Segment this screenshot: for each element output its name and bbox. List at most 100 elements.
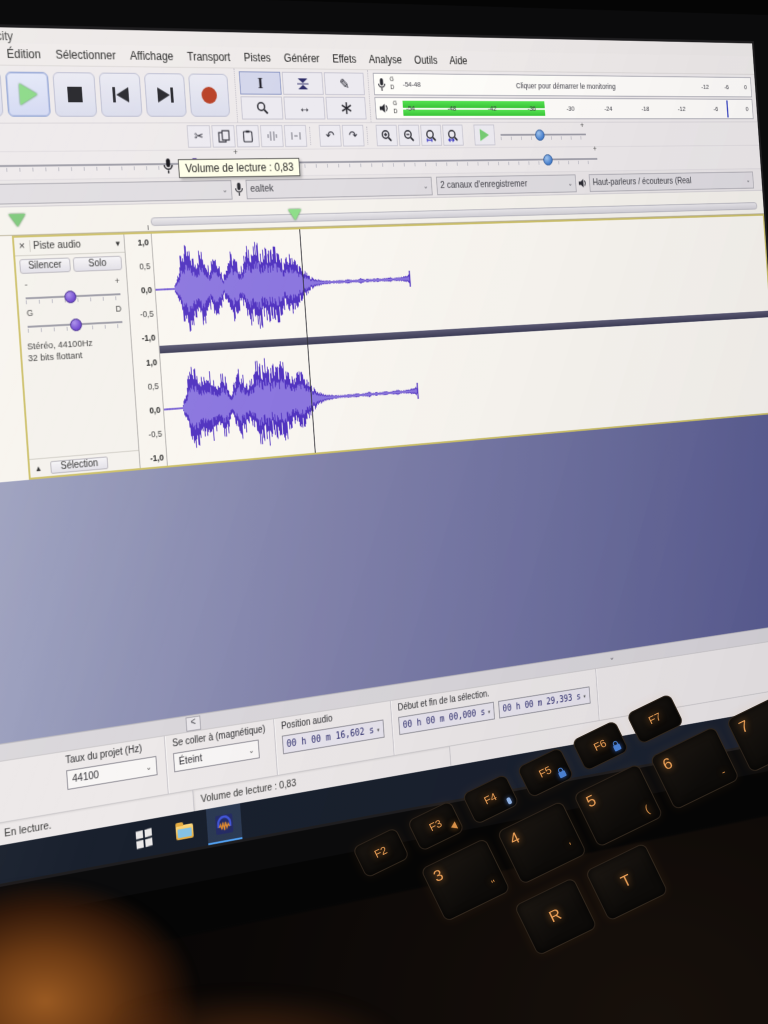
- tools-toolbar: I ✎ ↔: [234, 68, 371, 122]
- playback-meter[interactable]: GD -54-48-42-36-30-24-18-12-60: [374, 97, 753, 119]
- redo-button[interactable]: ↷: [342, 125, 365, 147]
- record-meter-body: -54-48 Cliquer pour démarrer le monitori…: [398, 74, 752, 97]
- pan-slider[interactable]: [27, 315, 123, 333]
- chevron-down-icon: ⌄: [145, 762, 152, 772]
- file-explorer-button[interactable]: [166, 810, 203, 853]
- draw-tool-button[interactable]: ✎: [324, 72, 365, 95]
- play-button[interactable]: [5, 72, 51, 117]
- field-caret-icon[interactable]: ▾: [583, 692, 587, 700]
- scrollbar-chevron-icon[interactable]: ⌄: [609, 652, 615, 662]
- monitoring-message: Cliquer pour démarrer le monitoring: [420, 80, 701, 91]
- meter-toolbars: GD -54-48 Cliquer pour démarrer le monit…: [368, 70, 758, 122]
- menu-item[interactable]: Aide: [443, 53, 474, 69]
- silence-audio-button[interactable]: [284, 125, 307, 147]
- trim-audio-button[interactable]: [260, 125, 284, 147]
- menu-item[interactable]: Affichage: [122, 47, 181, 65]
- zoom-project-icon: [447, 129, 459, 142]
- key-icon: [558, 770, 567, 778]
- keyboard-key: T: [585, 842, 669, 921]
- start-button[interactable]: [125, 817, 163, 860]
- scale-number: -6: [724, 83, 729, 90]
- play-meter-body: -54-48-42-36-30-24-18-12-60: [401, 98, 753, 118]
- track-close-button[interactable]: ×: [14, 240, 31, 252]
- zoom-out-button[interactable]: [398, 125, 420, 146]
- record-meter-scale: -54-48 Cliquer pour démarrer le monitori…: [398, 74, 752, 97]
- input-channels-combo[interactable]: 2 canaux d'enregistremer⌄: [436, 174, 577, 195]
- selection-tool-button[interactable]: I: [239, 71, 282, 94]
- stop-button[interactable]: [52, 72, 97, 117]
- scissors-icon: ✂: [194, 129, 204, 144]
- scale-number: 0: [745, 105, 748, 112]
- key-icon: [449, 821, 458, 831]
- device-speaker-icon: [578, 177, 588, 188]
- photo-scene: Audacity r ÉditionSélectionnerAffichageT…: [0, 0, 768, 1024]
- track-collapse-button[interactable]: ▲: [30, 463, 47, 473]
- field-caret-icon[interactable]: ▾: [487, 707, 491, 715]
- undo-button[interactable]: ↶: [319, 125, 342, 147]
- stop-icon: [67, 87, 83, 103]
- copy-icon: [217, 130, 230, 143]
- menu-item[interactable]: Effets: [325, 51, 363, 68]
- multi-tool-button[interactable]: [325, 97, 366, 120]
- track-name[interactable]: Piste audio: [30, 238, 115, 252]
- timeshift-icon: ↔: [298, 100, 311, 116]
- recording-meter[interactable]: GD -54-48 Cliquer pour démarrer le monit…: [373, 73, 752, 97]
- zoom-tool-button[interactable]: [240, 96, 283, 119]
- output-device-combo[interactable]: Haut-parleurs / écouteurs (Real⌄: [589, 171, 754, 191]
- gain-slider[interactable]: [25, 287, 121, 305]
- scroll-left-arrow[interactable]: <: [185, 715, 201, 731]
- zoom-out-icon: [403, 129, 415, 142]
- solo-button[interactable]: Solo: [72, 256, 122, 272]
- record-scale-left: -54-48: [403, 80, 421, 88]
- scale-number: -36: [527, 105, 536, 113]
- track-menu-caret-icon[interactable]: ▼: [114, 239, 124, 248]
- menu-item[interactable]: Transport: [180, 48, 238, 66]
- windows-logo-icon: [136, 828, 153, 849]
- keyboard-key: R: [514, 877, 598, 956]
- play-at-speed-toolbar: +: [473, 124, 586, 145]
- skip-to-end-button[interactable]: [144, 73, 187, 117]
- envelope-tool-button[interactable]: [282, 72, 324, 95]
- speed-slider[interactable]: +: [500, 129, 586, 141]
- menu-item[interactable]: Sélectionner: [48, 46, 124, 64]
- scale-number: -6: [713, 105, 718, 112]
- pause-button[interactable]: [0, 71, 4, 117]
- field-caret-icon[interactable]: ▾: [376, 725, 380, 734]
- audacity-taskbar-button[interactable]: [206, 803, 243, 845]
- copy-button[interactable]: [211, 125, 235, 147]
- menu-item[interactable]: Générer: [277, 50, 327, 67]
- menu-item[interactable]: Pistes: [236, 49, 277, 66]
- mute-button[interactable]: Silencer: [19, 258, 70, 274]
- selection-focus-button[interactable]: Sélection: [50, 456, 108, 474]
- zoom-in-button[interactable]: [376, 125, 398, 147]
- key-sub-label: ": [490, 878, 499, 890]
- menu-item[interactable]: Édition: [0, 45, 49, 63]
- pinned-playhead-icon[interactable]: [8, 214, 26, 227]
- input-device-combo[interactable]: ealtek⌄: [245, 176, 432, 198]
- play-at-speed-button[interactable]: [473, 125, 495, 146]
- record-button[interactable]: [188, 74, 230, 117]
- menu-item[interactable]: Analyse: [362, 51, 409, 68]
- microphone-icon: [377, 77, 387, 91]
- paste-button[interactable]: [236, 125, 260, 147]
- key-icon: [506, 797, 513, 805]
- envelope-icon: [296, 77, 310, 90]
- skip-to-start-button[interactable]: [99, 73, 143, 117]
- playback-volume-slider[interactable]: +: [281, 153, 598, 169]
- skip-start-icon: [110, 86, 131, 103]
- key-sub-label: -: [719, 766, 728, 778]
- zoom-in-icon: [381, 129, 394, 142]
- menu-item[interactable]: Outils: [408, 52, 444, 68]
- host-combo[interactable]: MME⌄: [0, 180, 233, 205]
- audacity-icon: [214, 812, 234, 836]
- speed-slider-thumb[interactable]: [535, 130, 545, 141]
- cut-button[interactable]: ✂: [187, 125, 212, 148]
- toolbar-row-top: I ✎ ↔ GD: [0, 65, 758, 124]
- playhead-triangle-icon[interactable]: [288, 209, 302, 220]
- timeshift-tool-button[interactable]: ↔: [283, 97, 325, 120]
- zoom-selection-button[interactable]: [420, 125, 442, 146]
- transport-toolbar: [0, 65, 238, 123]
- playback-volume-thumb[interactable]: [543, 154, 553, 165]
- zoom-project-button[interactable]: [442, 125, 464, 146]
- record-icon: [201, 87, 217, 104]
